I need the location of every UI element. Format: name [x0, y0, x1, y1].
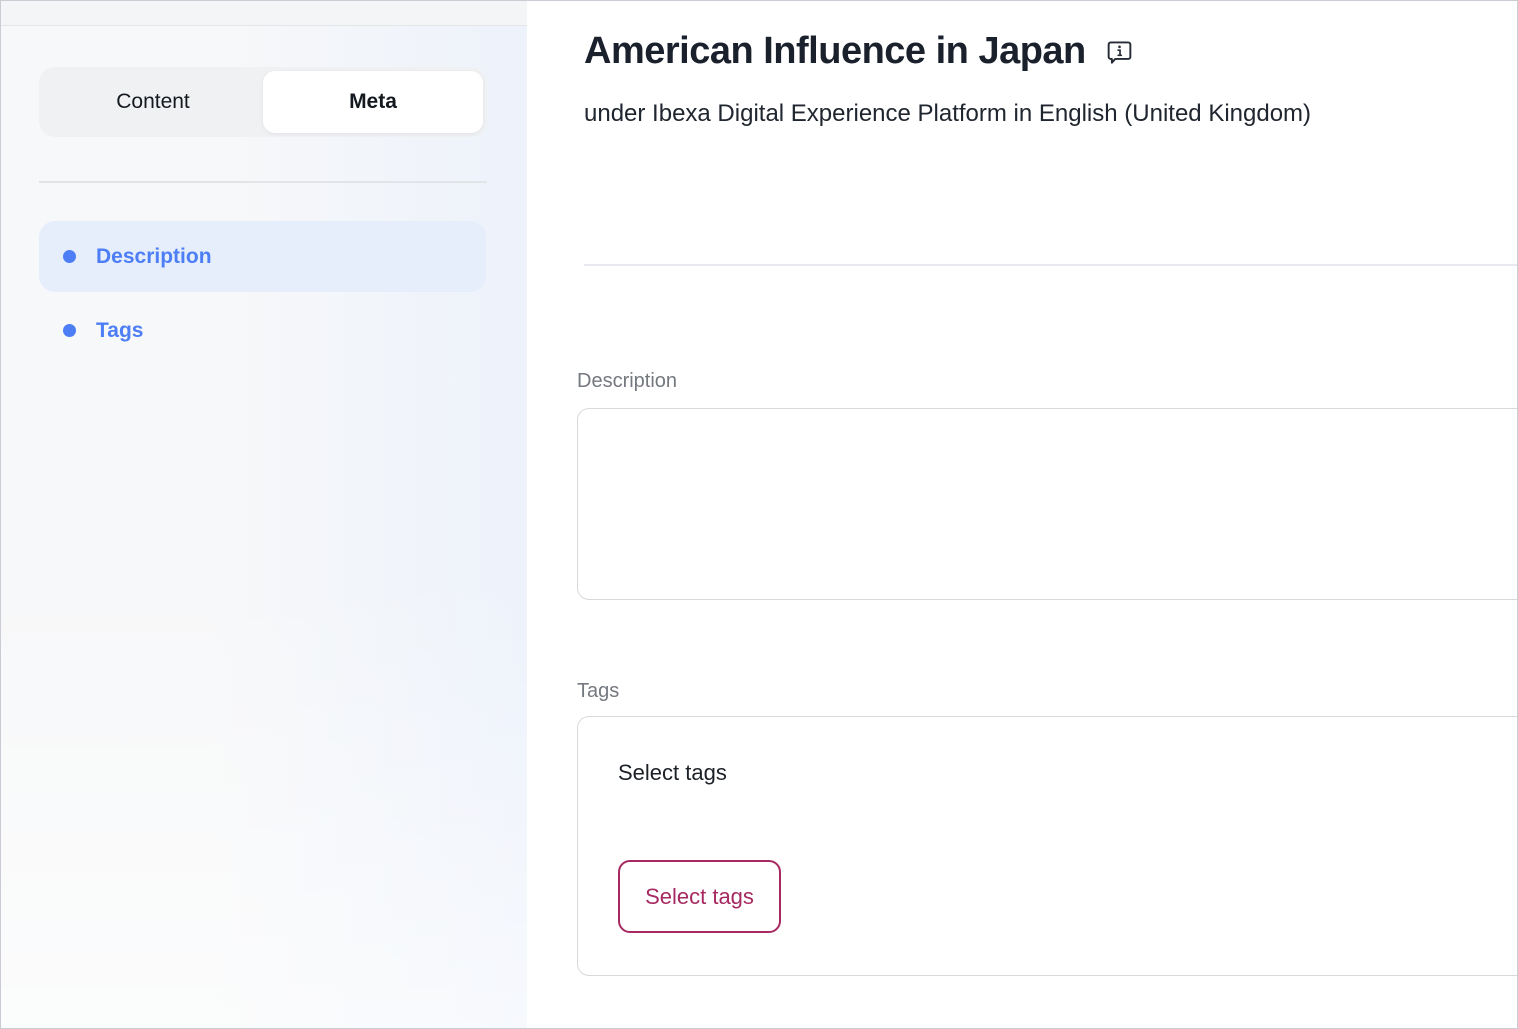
app-window: Content Meta Description Tags American I… [0, 0, 1518, 1029]
meta-section-nav: Description Tags [39, 221, 486, 366]
sidebar-item-tags[interactable]: Tags [39, 295, 486, 366]
tags-field-label: Tags [577, 679, 1517, 704]
bullet-dot-icon [63, 324, 76, 337]
sidebar-divider [39, 181, 487, 183]
tags-field-group: Select tags Select tags [577, 716, 1517, 976]
header-divider [584, 264, 1517, 266]
tab-meta[interactable]: Meta [263, 71, 483, 133]
select-tags-button[interactable]: Select tags [618, 860, 781, 933]
content-meta-tab-group: Content Meta [39, 67, 487, 137]
description-input[interactable] [577, 408, 1517, 600]
tab-content[interactable]: Content [43, 71, 263, 133]
sidebar-item-label: Tags [96, 319, 143, 343]
bullet-dot-icon [63, 250, 76, 263]
sidebar-item-description[interactable]: Description [39, 221, 486, 292]
title-row: American Influence in Japan [584, 27, 1517, 75]
content-location-subtitle: under Ibexa Digital Experience Platform … [584, 99, 1517, 128]
sidebar-topbar [1, 1, 527, 26]
description-field-label: Description [577, 369, 1517, 394]
page-title: American Influence in Japan [584, 27, 1086, 75]
tags-group-title: Select tags [618, 759, 1516, 787]
info-tooltip-icon[interactable] [1104, 37, 1135, 68]
sidebar-item-label: Description [96, 245, 212, 269]
meta-sidebar: Content Meta Description Tags [1, 1, 527, 1028]
meta-edit-panel: American Influence in Japan under Ibexa … [527, 1, 1517, 1028]
